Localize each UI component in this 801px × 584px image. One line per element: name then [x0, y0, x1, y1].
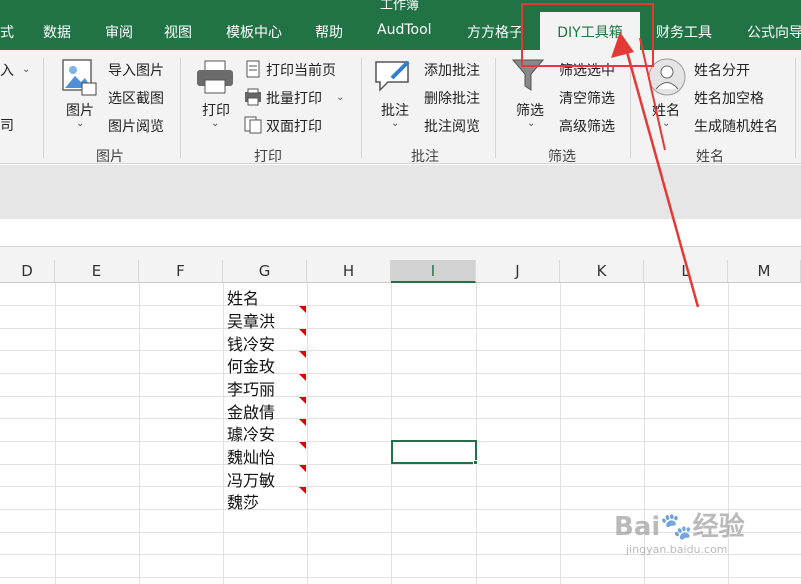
- baidu-watermark: Bai🐾经验: [614, 512, 745, 542]
- annotation-arrow-icon: [611, 32, 700, 308]
- baidu-watermark-url: jingyan.baidu.com: [626, 543, 728, 556]
- excel-window: 工作簿 式 数据 审阅 视图 模板中心 帮助 AudTool 方方格子 DIY工…: [0, 0, 801, 584]
